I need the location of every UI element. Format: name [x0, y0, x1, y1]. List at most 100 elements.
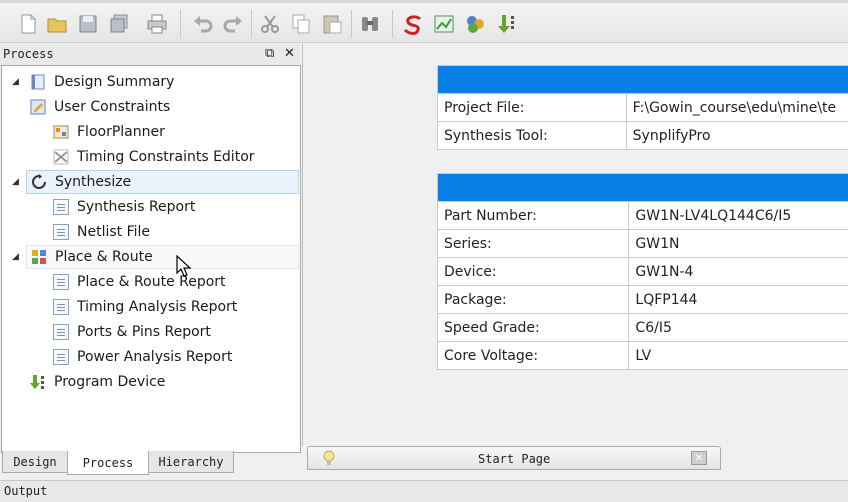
project-info-table: Project File: F:\Gowin_course\edu\mine\t…	[437, 65, 848, 150]
tree-item-label: User Constraints	[54, 99, 170, 115]
tab-hierarchy[interactable]: Hierarchy	[148, 451, 234, 473]
tree-item-netlist-file[interactable]: Netlist File	[53, 220, 150, 244]
tree-item-label: Synthesis Report	[77, 199, 195, 215]
panel-tabs: Design Process Hierarchy	[0, 451, 300, 474]
tree-item-timing-constraints-editor[interactable]: Timing Constraints Editor	[53, 145, 255, 169]
start-page-title: Start Page	[478, 452, 550, 466]
tree-item-place-and-route[interactable]: Place & Route	[26, 245, 299, 269]
expand-arrow-icon[interactable]: ◢	[12, 177, 22, 189]
lightbulb-icon	[320, 449, 338, 467]
output-panel-header[interactable]: Output	[0, 480, 848, 502]
table-key: Core Voltage:	[438, 342, 629, 370]
close-icon[interactable]: ✕	[284, 47, 295, 61]
tree-item-label: Netlist File	[77, 224, 150, 240]
process-tree: Design Summary ◢ User Constraints FloorP…	[1, 65, 301, 453]
tree-item-label: Place & Route Report	[77, 274, 226, 290]
synplify-icon[interactable]	[401, 12, 425, 36]
ip-core-icon[interactable]	[463, 12, 487, 36]
table-row: Speed Grade: C6/I5	[438, 314, 848, 342]
table-row: Core Voltage: LV	[438, 342, 848, 370]
table-value: GW1N	[629, 230, 848, 258]
table-key: Speed Grade:	[438, 314, 629, 342]
tree-item-place-route-report[interactable]: Place & Route Report	[53, 270, 226, 294]
expand-arrow-icon[interactable]: ◢	[12, 77, 22, 89]
table-value: F:\Gowin_course\edu\mine\te	[626, 94, 848, 122]
report-document-icon	[53, 299, 69, 315]
table-row: Device: GW1N-4	[438, 258, 848, 286]
report-document-icon	[53, 324, 69, 340]
close-icon[interactable]: ✕	[691, 451, 707, 465]
title-strip	[0, 0, 848, 3]
device-table-header	[438, 174, 848, 202]
table-value: LQFP144	[629, 286, 848, 314]
save-icon[interactable]	[76, 12, 100, 36]
tab-start-page[interactable]: Start Page ✕	[307, 446, 721, 470]
save-all-icon[interactable]	[107, 12, 131, 36]
report-document-icon	[53, 274, 69, 290]
mouse-cursor-icon	[176, 255, 192, 277]
toolbar-separator	[392, 10, 393, 38]
table-value: C6/I5	[629, 314, 848, 342]
new-file-icon[interactable]	[16, 12, 40, 36]
paste-icon[interactable]	[320, 12, 344, 36]
tab-process[interactable]: Process	[67, 451, 149, 475]
table-key: Package:	[438, 286, 629, 314]
tree-item-label: Program Device	[54, 374, 165, 390]
redo-icon[interactable]	[221, 12, 245, 36]
tree-item-timing-analysis-report[interactable]: Timing Analysis Report	[53, 295, 237, 319]
tree-item-label: Timing Constraints Editor	[77, 149, 255, 165]
toolbar-separator	[180, 10, 181, 38]
undo-icon[interactable]	[191, 12, 215, 36]
tree-item-program-device[interactable]: Program Device	[30, 370, 165, 394]
tree-item-label: Place & Route	[55, 249, 153, 265]
print-icon[interactable]	[145, 12, 169, 36]
table-row: Project File: F:\Gowin_course\edu\mine\t…	[438, 94, 848, 122]
tab-design[interactable]: Design	[2, 451, 68, 473]
table-key: Series:	[438, 230, 629, 258]
timing-constraints-icon	[53, 149, 69, 165]
tree-item-user-constraints[interactable]: User Constraints	[30, 95, 170, 119]
find-icon[interactable]	[358, 12, 382, 36]
table-key: Device:	[438, 258, 629, 286]
process-panel-header: Process ⧉ ✕	[0, 44, 300, 66]
tree-item-label: Ports & Pins Report	[77, 324, 211, 340]
table-value: LV	[629, 342, 848, 370]
tree-item-synthesis-report[interactable]: Synthesis Report	[53, 195, 195, 219]
report-document-icon	[53, 199, 69, 215]
toolbar-separator	[251, 10, 252, 38]
tree-item-label: FloorPlanner	[77, 124, 165, 140]
table-value: GW1N-4	[629, 258, 848, 286]
program-device-icon	[30, 374, 46, 390]
tree-item-label: Timing Analysis Report	[77, 299, 237, 315]
output-label: Output	[4, 484, 47, 498]
pin-icon[interactable]: ⧉	[265, 47, 274, 61]
table-row: Package: LQFP144	[438, 286, 848, 314]
floorplanner-icon	[53, 124, 69, 140]
program-device-icon[interactable]	[495, 12, 519, 36]
cut-icon[interactable]	[258, 12, 282, 36]
tree-item-ports-pins-report[interactable]: Ports & Pins Report	[53, 320, 211, 344]
tree-item-label: Synthesize	[55, 174, 131, 190]
tree-item-label: Power Analysis Report	[77, 349, 232, 365]
copy-icon[interactable]	[289, 12, 313, 36]
expand-arrow-icon[interactable]: ◢	[12, 252, 22, 264]
tree-item-floorplanner[interactable]: FloorPlanner	[53, 120, 165, 144]
design-summary-icon	[30, 74, 46, 90]
table-row: Series: GW1N	[438, 230, 848, 258]
device-info-table: Part Number: GW1N-LV4LQ144C6/I5 Series: …	[437, 173, 848, 370]
table-key: Synthesis Tool:	[438, 122, 627, 150]
main-toolbar	[0, 0, 848, 43]
tree-item-design-summary[interactable]: Design Summary	[30, 70, 174, 94]
table-row: Part Number: GW1N-LV4LQ144C6/I5	[438, 202, 848, 230]
tree-item-synthesize[interactable]: Synthesize	[26, 170, 299, 194]
tree-item-power-analysis-report[interactable]: Power Analysis Report	[53, 345, 232, 369]
toolbar-separator	[351, 10, 352, 38]
table-row: Synthesis Tool: SynplifyPro	[438, 122, 848, 150]
open-folder-icon[interactable]	[45, 12, 69, 36]
table-key: Project File:	[438, 94, 627, 122]
synthesize-icon	[31, 174, 47, 190]
project-table-header	[438, 66, 848, 94]
report-document-icon	[53, 349, 69, 365]
tree-item-label: Design Summary	[54, 74, 174, 90]
floorplanner-icon[interactable]	[432, 12, 456, 36]
